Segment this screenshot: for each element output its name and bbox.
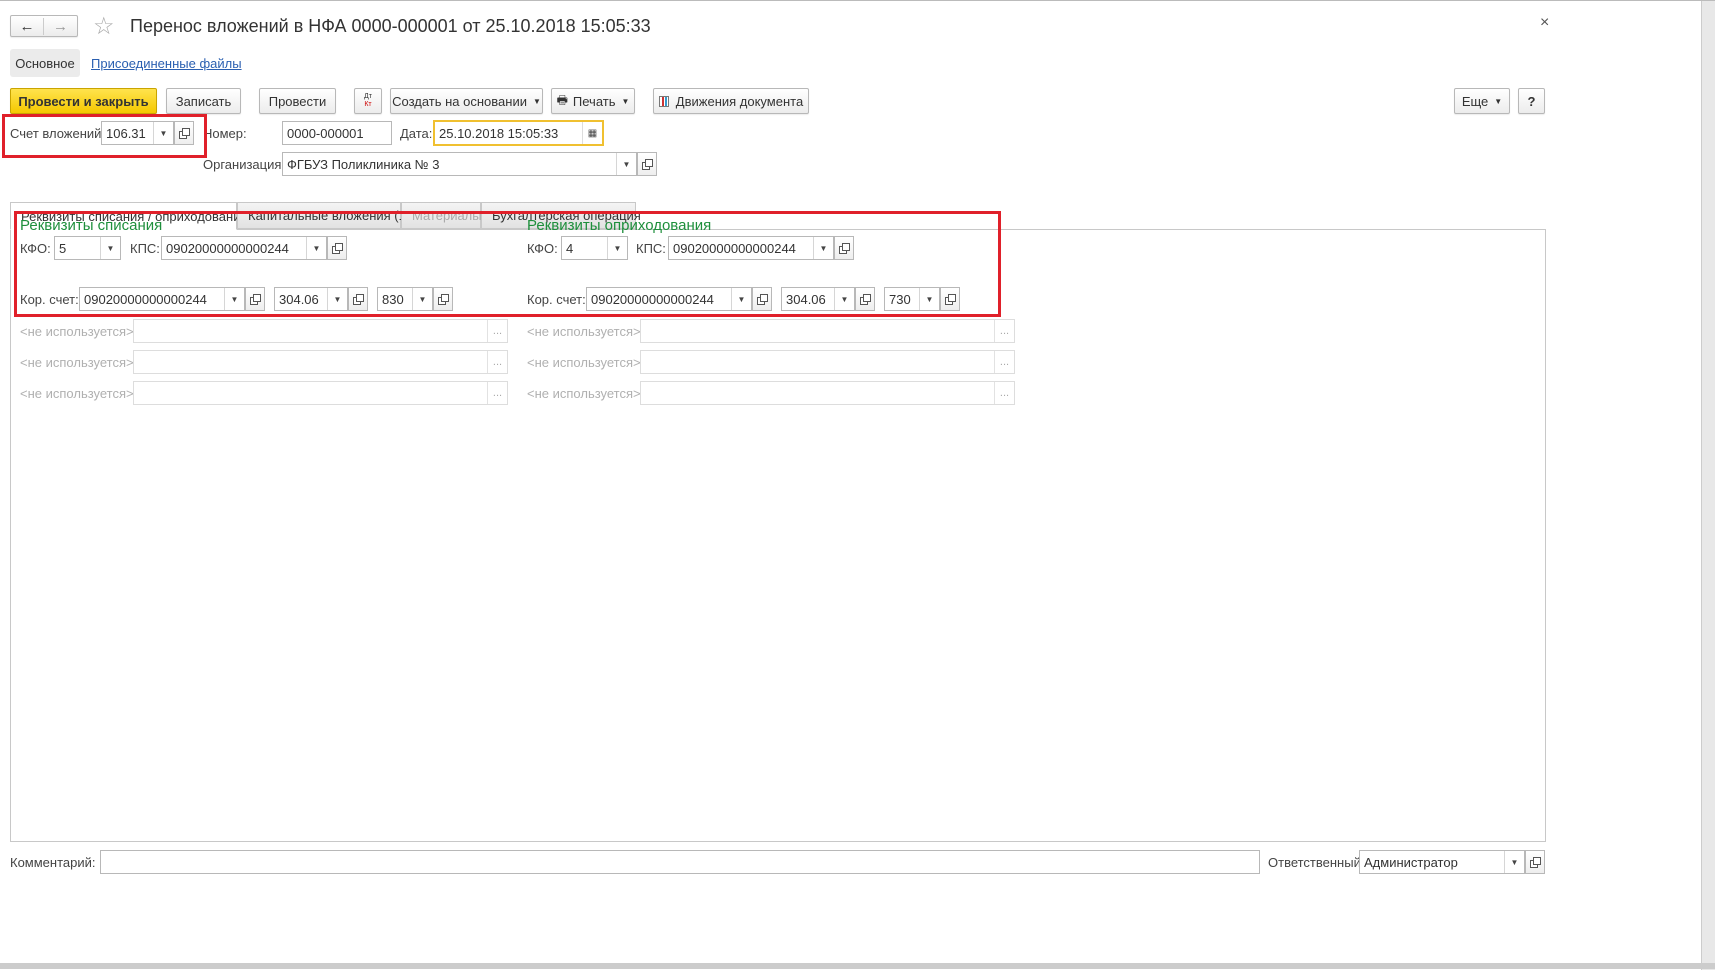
select-icon[interactable]: ... bbox=[994, 320, 1014, 342]
chevron-down-icon: ▼ bbox=[532, 96, 541, 106]
create-based-label: Создать на основании bbox=[392, 93, 527, 109]
select-icon[interactable]: ... bbox=[487, 320, 507, 342]
highlight-requisites-box bbox=[14, 211, 1001, 317]
kt-label: Кт bbox=[364, 101, 372, 108]
print-label: Печать bbox=[572, 93, 616, 109]
org-open-button[interactable] bbox=[637, 152, 657, 176]
unused-label: <не используется>: bbox=[20, 324, 138, 339]
more-label: Еще bbox=[1461, 93, 1489, 109]
number-field[interactable]: 0000-000001 bbox=[282, 121, 392, 145]
select-icon[interactable]: ... bbox=[487, 382, 507, 404]
unused-field[interactable]: ... bbox=[640, 350, 1015, 374]
unused-field[interactable]: ... bbox=[640, 381, 1015, 405]
post-button[interactable]: Провести bbox=[259, 88, 336, 114]
document-window: ← → ☆ Перенос вложений в НФА 0000-000001… bbox=[0, 0, 1715, 970]
responsible-field[interactable]: Администратор ▼ bbox=[1359, 850, 1525, 874]
window-right-edge bbox=[1701, 1, 1715, 970]
comment-label: Комментарий: bbox=[10, 855, 96, 870]
chevron-down-icon[interactable]: ▼ bbox=[1504, 851, 1524, 873]
more-button[interactable]: Еще ▼ bbox=[1454, 88, 1510, 114]
open-icon bbox=[1530, 857, 1541, 868]
close-icon[interactable]: × bbox=[1540, 14, 1549, 32]
responsible-open-button[interactable] bbox=[1525, 850, 1545, 874]
org-value: ФГБУЗ Поликлиника № 3 bbox=[287, 156, 440, 172]
printer-icon: 🖶 bbox=[556, 92, 568, 107]
chevron-down-icon: ▼ bbox=[1494, 96, 1503, 106]
chevron-down-icon: ▼ bbox=[621, 96, 630, 106]
date-value: 25.10.2018 15:05:33 bbox=[439, 125, 559, 141]
forward-icon[interactable]: → bbox=[44, 18, 77, 35]
highlight-account-box bbox=[2, 114, 207, 158]
movements-label: Движения документа bbox=[675, 93, 804, 109]
page-title: Перенос вложений в НФА 0000-000001 от 25… bbox=[130, 16, 651, 36]
date-label: Дата: bbox=[400, 126, 433, 141]
section-main[interactable]: Основное bbox=[10, 49, 80, 77]
create-based-button[interactable]: Создать на основании ▼ bbox=[390, 88, 543, 114]
unused-label: <не используется>: bbox=[527, 386, 645, 401]
save-button[interactable]: Записать bbox=[166, 88, 241, 114]
unused-label: <не используется>: bbox=[527, 324, 645, 339]
dt-label: Дт bbox=[364, 93, 372, 100]
report-icon bbox=[658, 95, 669, 107]
number-value: 0000-000001 bbox=[287, 125, 364, 141]
nav-buttons: ← → bbox=[10, 15, 78, 37]
unused-label: <не используется>: bbox=[20, 386, 138, 401]
calendar-icon[interactable]: ▦ bbox=[582, 122, 602, 144]
chevron-down-icon[interactable]: ▼ bbox=[616, 153, 636, 175]
select-icon[interactable]: ... bbox=[994, 382, 1014, 404]
comment-field[interactable] bbox=[100, 850, 1260, 874]
print-button[interactable]: 🖶 Печать ▼ bbox=[551, 88, 635, 114]
favorite-star-icon[interactable]: ☆ bbox=[93, 12, 115, 41]
responsible-label: Ответственный: bbox=[1268, 855, 1365, 870]
dtkt-icon[interactable]: Дт Кт bbox=[354, 88, 382, 114]
responsible-value: Администратор bbox=[1364, 854, 1458, 870]
post-and-close-button[interactable]: Провести и закрыть bbox=[10, 88, 157, 114]
org-label: Организация: bbox=[203, 157, 286, 172]
date-field[interactable]: 25.10.2018 15:05:33 ▦ bbox=[433, 120, 604, 146]
open-icon bbox=[642, 159, 653, 170]
org-field[interactable]: ФГБУЗ Поликлиника № 3 ▼ bbox=[282, 152, 637, 176]
unused-label: <не используется>: bbox=[20, 355, 138, 370]
unused-field[interactable]: ... bbox=[133, 381, 508, 405]
document-movements-button[interactable]: Движения документа bbox=[653, 88, 809, 114]
unused-field[interactable]: ... bbox=[640, 319, 1015, 343]
number-label: Номер: bbox=[203, 126, 247, 141]
unused-label: <не используется>: bbox=[527, 355, 645, 370]
back-icon[interactable]: ← bbox=[11, 17, 45, 35]
attached-files-link[interactable]: Присоединенные файлы bbox=[91, 56, 242, 71]
unused-field[interactable]: ... bbox=[133, 319, 508, 343]
select-icon[interactable]: ... bbox=[487, 351, 507, 373]
unused-field[interactable]: ... bbox=[133, 350, 508, 374]
select-icon[interactable]: ... bbox=[994, 351, 1014, 373]
window-bottom-edge bbox=[0, 963, 1715, 969]
help-button[interactable]: ? bbox=[1518, 88, 1545, 114]
